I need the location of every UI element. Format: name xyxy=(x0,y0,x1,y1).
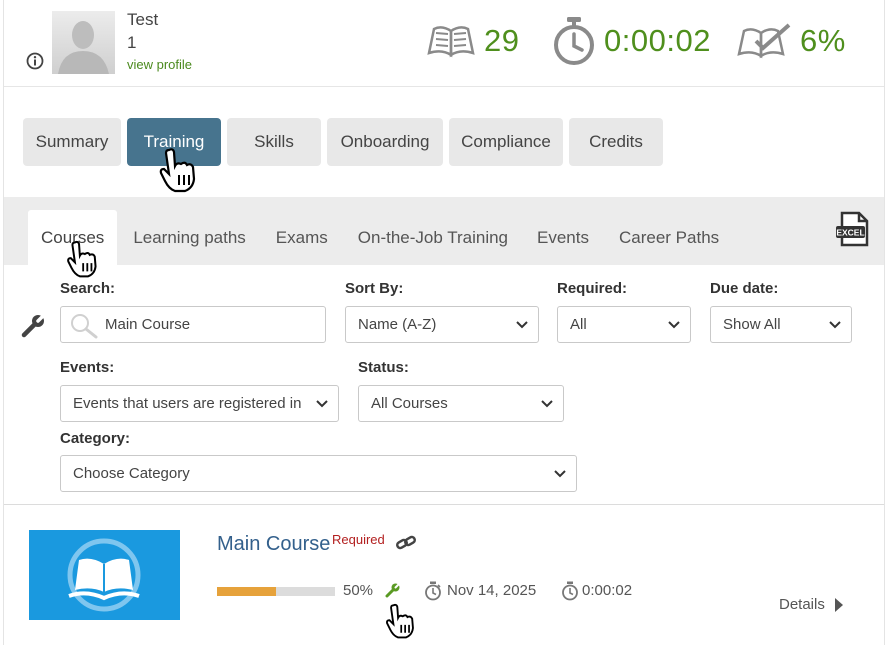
learner-profile-panel: Test 1 view profile 29 0:00:02 6% Summar… xyxy=(3,0,885,645)
chevron-down-icon xyxy=(668,321,680,329)
sort-value: Name (A-Z) xyxy=(358,316,437,333)
due-date-label: Due date: xyxy=(710,280,779,297)
events-label: Events: xyxy=(60,359,115,376)
subtab-ojt[interactable]: On-the-Job Training xyxy=(345,210,521,265)
course-title[interactable]: Main Course xyxy=(217,533,330,556)
courses-stat: 29 xyxy=(426,16,519,66)
course-thumbnail[interactable] xyxy=(29,530,180,620)
progress-percent: 50% xyxy=(343,582,374,599)
book-check-icon xyxy=(737,23,791,59)
details-label: Details xyxy=(779,596,825,613)
required-label: Required: xyxy=(557,280,628,297)
link-icon[interactable] xyxy=(395,534,417,552)
due-date: Nov 14, 2025 xyxy=(447,582,537,599)
status-value: All Courses xyxy=(371,395,448,412)
tab-compliance[interactable]: Compliance xyxy=(449,118,563,166)
progress-fill xyxy=(217,587,276,596)
completion-stat: 6% xyxy=(736,16,846,66)
details-link[interactable]: Details xyxy=(779,596,844,613)
due-date-select[interactable]: Show All xyxy=(710,306,852,343)
subtab-exams[interactable]: Exams xyxy=(263,210,341,265)
wrench-icon[interactable] xyxy=(21,312,47,338)
category-select[interactable]: Choose Category xyxy=(60,455,577,492)
status-label: Status: xyxy=(358,359,409,376)
training-subtabs-bar: Courses Learning paths Exams On-the-Job … xyxy=(4,197,884,265)
search-value: Main Course xyxy=(105,316,191,333)
course-card: Main Course Required 50% Nov 14, 2025 0:… xyxy=(4,504,884,645)
category-label: Category: xyxy=(60,430,131,447)
time-spent: 0:00:02 xyxy=(604,23,711,58)
main-tabs: Summary Training Skills Onboarding Compl… xyxy=(23,118,663,166)
due-date-value: Show All xyxy=(723,316,781,333)
sub-tabs: Courses Learning paths Exams On-the-Job … xyxy=(28,210,732,265)
progress-bar xyxy=(217,587,335,596)
sort-label: Sort By: xyxy=(345,280,404,297)
subtab-events[interactable]: Events xyxy=(524,210,602,265)
stopwatch-icon xyxy=(554,17,594,65)
category-value: Choose Category xyxy=(73,465,190,482)
avatar xyxy=(52,11,115,74)
excel-export-icon[interactable]: EXCEL xyxy=(835,211,871,247)
required-select[interactable]: All xyxy=(557,306,691,343)
user-id: 1 xyxy=(127,33,137,52)
user-name: Test xyxy=(127,10,159,29)
chevron-down-icon xyxy=(829,321,841,329)
chevron-down-icon xyxy=(316,400,328,408)
status-select[interactable]: All Courses xyxy=(358,385,564,422)
subtab-career-paths[interactable]: Career Paths xyxy=(606,210,732,265)
events-value: Events that users are registered in xyxy=(73,395,302,412)
time-spent-course: 0:00:02 xyxy=(582,582,633,599)
completion-percent: 6% xyxy=(800,23,846,58)
chevron-down-icon xyxy=(554,470,566,478)
sort-select[interactable]: Name (A-Z) xyxy=(345,306,539,343)
chevron-down-icon xyxy=(541,400,553,408)
info-icon[interactable] xyxy=(26,52,44,70)
due-date-icon xyxy=(425,581,441,601)
search-input[interactable]: Main Course xyxy=(60,306,326,343)
hand-cursor-icon xyxy=(159,148,196,193)
open-book-icon xyxy=(427,26,475,58)
tab-credits[interactable]: Credits xyxy=(569,118,663,166)
wrench-icon[interactable] xyxy=(385,582,401,598)
tab-summary[interactable]: Summary xyxy=(23,118,121,166)
excel-label: EXCEL xyxy=(836,228,864,238)
search-label: Search: xyxy=(60,280,116,297)
required-value: All xyxy=(570,316,587,333)
time-stat: 0:00:02 xyxy=(552,16,711,66)
tab-skills[interactable]: Skills xyxy=(227,118,321,166)
hand-cursor-icon xyxy=(386,603,414,639)
hand-cursor-icon xyxy=(67,240,97,278)
subtab-learning-paths[interactable]: Learning paths xyxy=(120,210,258,265)
tab-onboarding[interactable]: Onboarding xyxy=(327,118,443,166)
profile-header: Test 1 view profile 29 0:00:02 6% xyxy=(4,0,884,87)
stopwatch-icon xyxy=(562,581,578,601)
search-icon xyxy=(71,314,98,339)
view-profile-link[interactable]: view profile xyxy=(127,57,192,72)
chevron-right-icon xyxy=(834,597,843,612)
book-logo-icon xyxy=(67,538,141,612)
courses-count: 29 xyxy=(484,23,520,58)
chevron-down-icon xyxy=(516,321,528,329)
required-badge: Required xyxy=(332,532,385,547)
events-select[interactable]: Events that users are registered in xyxy=(60,385,339,422)
